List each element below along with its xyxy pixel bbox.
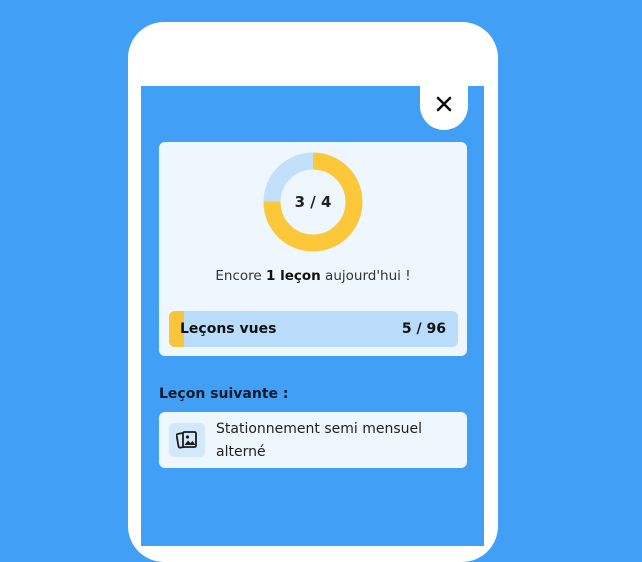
- lessons-seen-bar: Leçons vues 5 / 96: [169, 311, 458, 347]
- progress-ring-label: 3 / 4: [294, 193, 332, 211]
- close-button[interactable]: [420, 78, 468, 130]
- next-lesson-title: Stationnement semi mensuel alterné: [216, 421, 423, 460]
- lessons-seen-label: Leçons vues: [180, 321, 277, 337]
- next-lesson-item[interactable]: Stationnement semi mensuel alterné: [159, 412, 467, 468]
- remaining-lessons-message: Encore 1 leçon aujourd'hui !: [159, 268, 467, 284]
- close-icon: [436, 96, 452, 112]
- message-count: 1 leçon: [266, 268, 321, 284]
- lessons-seen-count: 5 / 96: [401, 321, 446, 337]
- message-suffix: aujourd'hui !: [320, 268, 411, 284]
- next-lesson-heading: Leçon suivante :: [159, 386, 289, 402]
- message-prefix: Encore: [215, 268, 266, 284]
- photo-cards-icon: [169, 423, 205, 457]
- daily-progress-card: 3 / 4 Encore 1 leçon aujourd'hui ! Leçon…: [159, 142, 467, 356]
